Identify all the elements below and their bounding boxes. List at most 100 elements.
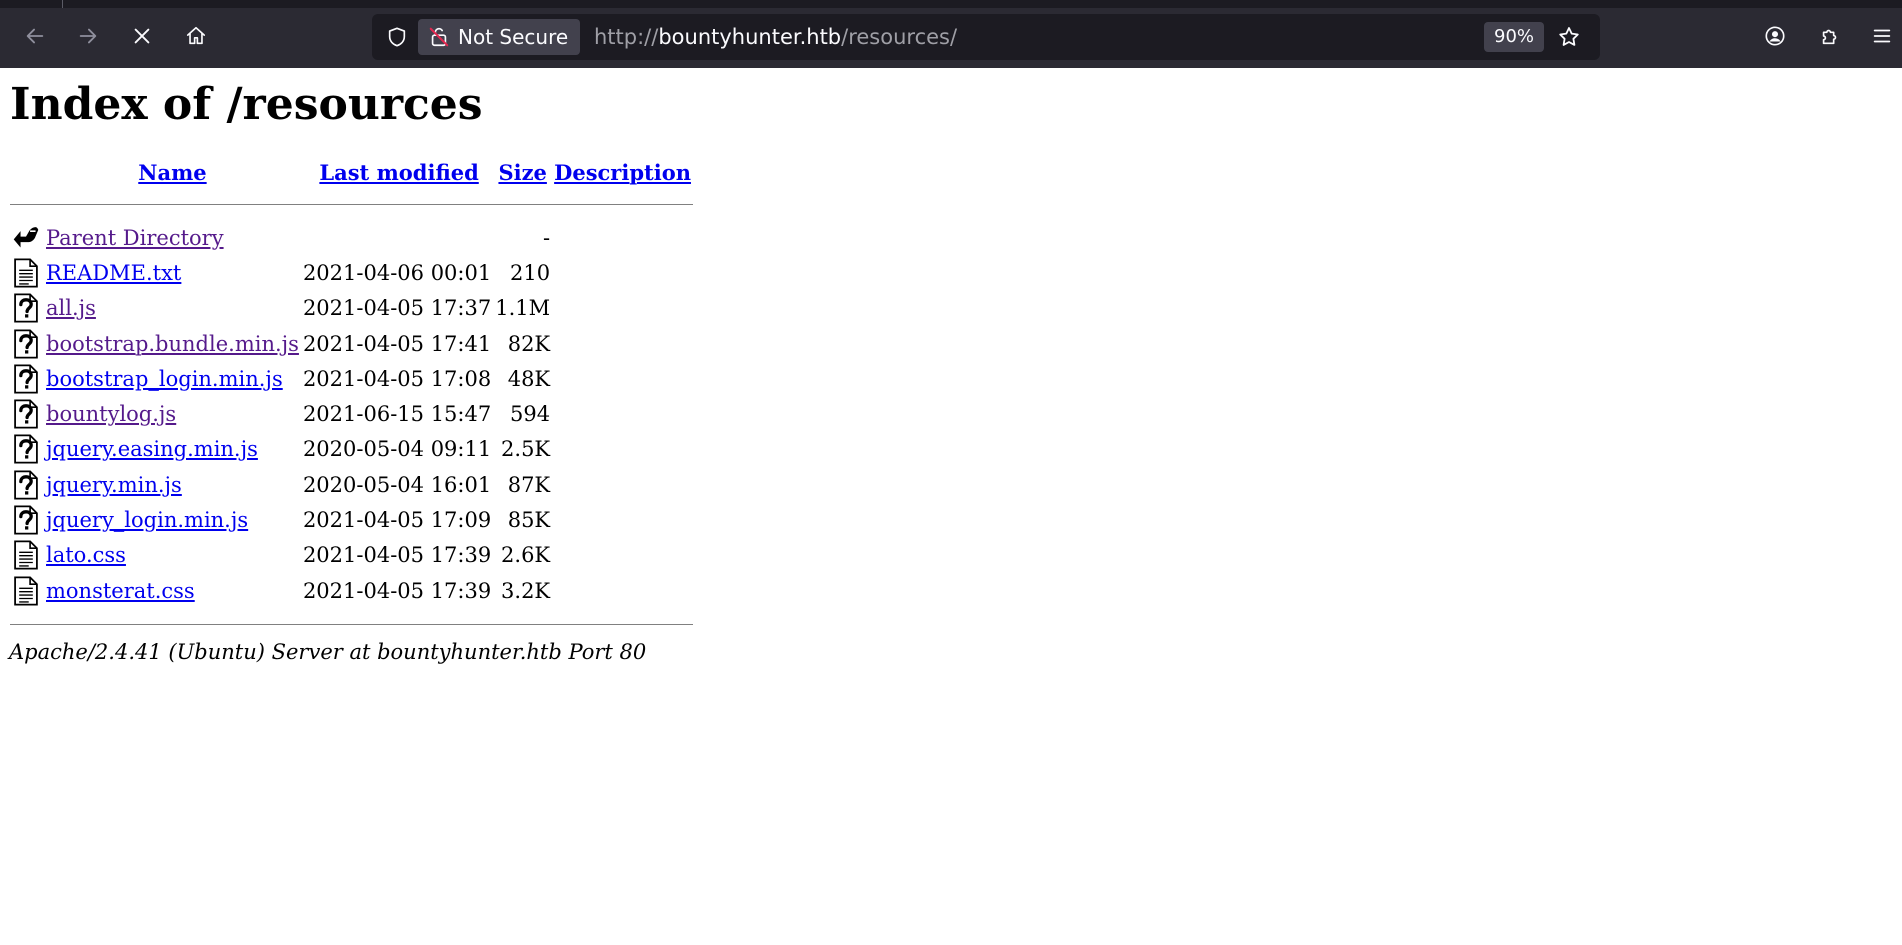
sort-by-last-modified-link[interactable]: Last modified — [319, 160, 478, 185]
file-link[interactable]: all.js — [46, 296, 96, 320]
unknown-file-icon — [10, 502, 44, 537]
back-button[interactable] — [17, 18, 53, 54]
last-modified-cell: 2020-05-04 16:01 — [302, 472, 492, 497]
server-signature: Apache/2.4.41 (Ubuntu) Server at bountyh… — [9, 640, 647, 664]
description-cell — [552, 220, 693, 255]
last-modified-cell: 2021-04-05 17:08 — [302, 366, 492, 391]
puzzle-icon — [1822, 29, 1837, 45]
browser-toolbar: Not Secure http://bountyhunter.htb/resou… — [0, 8, 1902, 68]
table-row: README.txt 2021-04-06 00:01 210 — [10, 255, 693, 290]
description-cell — [552, 502, 693, 537]
unknown-file-icon — [10, 467, 44, 502]
name-cell: bountylog.js — [44, 396, 301, 431]
unknown-file-icon — [10, 396, 44, 431]
size-cell: - — [543, 225, 551, 250]
table-row: jquery.easing.min.js 2020-05-04 09:11 2.5K — [10, 432, 693, 467]
tab-strip — [0, 0, 1902, 8]
broken-lock-icon — [429, 27, 449, 47]
star-icon — [1559, 27, 1579, 46]
tracking-protection-button[interactable] — [384, 24, 410, 50]
size-cell: 3.2K — [501, 578, 551, 603]
table-row: lato.css 2021-04-05 17:39 2.6K — [10, 538, 693, 573]
file-link[interactable]: jquery.easing.min.js — [46, 437, 258, 461]
description-cell — [552, 573, 693, 608]
url-host: bountyhunter.htb — [658, 25, 842, 49]
site-security-button[interactable]: Not Secure — [418, 19, 581, 55]
file-link[interactable]: monsterat.css — [46, 579, 195, 603]
arrow-left-icon — [26, 28, 44, 44]
name-cell: Parent Directory — [44, 220, 301, 255]
table-row: bootstrap_login.min.js 2021-04-05 17:08 48… — [10, 361, 693, 396]
description-cell — [552, 291, 693, 326]
home-icon — [186, 26, 206, 45]
account-button[interactable] — [1757, 18, 1793, 54]
size-cell: 594 — [510, 402, 551, 427]
size-cell: 87K — [507, 472, 551, 497]
top-separator — [10, 188, 693, 220]
file-link[interactable]: Parent Directory — [46, 226, 224, 250]
stop-button[interactable] — [124, 18, 160, 54]
text-file-icon — [10, 255, 44, 290]
home-button[interactable] — [178, 18, 214, 54]
sort-by-description-link[interactable]: Description — [554, 160, 691, 185]
table-row: bootstrap.bundle.min.js 2021-04-05 17:41 8… — [10, 326, 693, 361]
last-modified-cell: 2021-04-05 17:37 — [302, 296, 492, 321]
description-cell — [552, 326, 693, 361]
file-link[interactable]: jquery_login.min.js — [46, 508, 248, 532]
size-column-header: Size — [493, 156, 552, 188]
file-link[interactable]: lato.css — [46, 543, 126, 567]
name-cell: lato.css — [44, 538, 301, 573]
sort-by-name-link[interactable]: Name — [138, 160, 206, 185]
sort-by-size-link[interactable]: Size — [498, 160, 546, 185]
name-cell: jquery_login.min.js — [44, 502, 301, 537]
file-link[interactable]: jquery.min.js — [46, 473, 182, 497]
table-row: bountylog.js 2021-06-15 15:47 594 — [10, 396, 693, 431]
menu-button[interactable] — [1864, 18, 1900, 54]
unknown-file-icon — [10, 326, 44, 361]
icon-column-header — [10, 156, 44, 188]
size-cell: 210 — [510, 260, 551, 285]
url-path: /resources/ — [841, 25, 958, 49]
bookmark-button[interactable] — [1554, 22, 1584, 52]
tab-edge — [62, 0, 63, 8]
url-scheme: http:// — [594, 25, 659, 49]
shield-icon — [388, 27, 406, 47]
last-modified-cell: 2021-04-05 17:39 — [302, 578, 492, 603]
description-cell — [552, 467, 693, 502]
url-bar[interactable]: Not Secure http://bountyhunter.htb/resou… — [372, 14, 1600, 60]
page-content: Index of /resources Name Last modified S… — [0, 68, 1902, 945]
unknown-file-icon — [10, 361, 44, 396]
name-cell: all.js — [44, 291, 301, 326]
forward-button[interactable] — [70, 18, 106, 54]
name-cell: jquery.easing.min.js — [44, 432, 301, 467]
arrow-right-icon — [79, 28, 97, 44]
last-modified-cell: 2021-04-05 17:39 — [302, 543, 492, 568]
last-modified-cell: 2021-04-05 17:41 — [302, 331, 492, 356]
last-modified-cell — [301, 220, 493, 255]
close-icon — [134, 28, 150, 44]
last-modified-cell: 2021-06-15 15:47 — [302, 402, 492, 427]
name-cell: monsterat.css — [44, 573, 301, 608]
listing-rows: Parent Directory - README.txt 2021-04-06 00… — [10, 220, 693, 608]
size-cell: 82K — [507, 331, 551, 356]
table-row: jquery.min.js 2020-05-04 16:01 87K — [10, 467, 693, 502]
directory-listing: Name Last modified Size Description Pare… — [10, 156, 693, 640]
file-link[interactable]: bountylog.js — [46, 402, 176, 426]
name-cell: bootstrap_login.min.js — [44, 361, 301, 396]
file-link[interactable]: README.txt — [46, 261, 181, 285]
table-row: monsterat.css 2021-04-05 17:39 3.2K — [10, 573, 693, 608]
table-row: Parent Directory - — [10, 220, 693, 255]
name-cell: bootstrap.bundle.min.js — [44, 326, 301, 361]
name-column-header: Name — [44, 156, 301, 188]
description-column-header: Description — [552, 156, 693, 188]
name-cell: README.txt — [44, 255, 301, 290]
text-file-icon — [10, 538, 44, 573]
file-link[interactable]: bootstrap_login.min.js — [46, 367, 283, 391]
description-cell — [552, 361, 693, 396]
text-file-icon — [10, 573, 44, 608]
file-link[interactable]: bootstrap.bundle.min.js — [46, 332, 299, 356]
description-cell — [552, 538, 693, 573]
url-text[interactable]: http://bountyhunter.htb/resources/ — [594, 24, 957, 50]
extensions-button[interactable] — [1812, 18, 1848, 54]
zoom-reset-button[interactable]: 90% — [1484, 22, 1545, 52]
